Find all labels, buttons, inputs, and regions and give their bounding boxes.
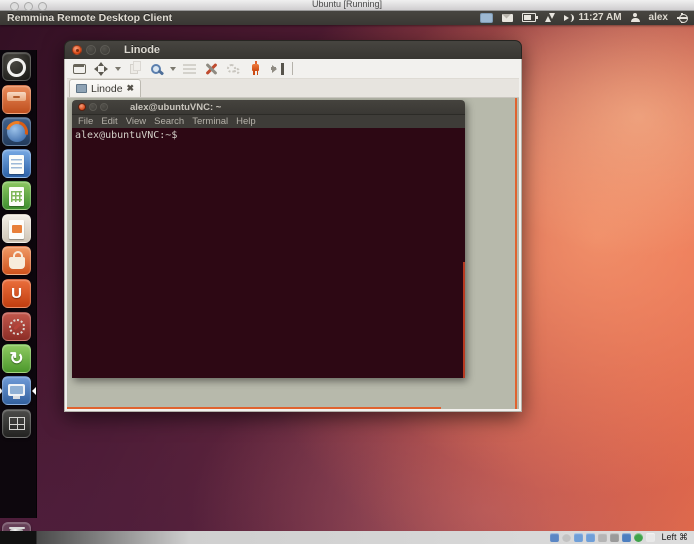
mouse-integration-icon[interactable] xyxy=(634,533,643,542)
window-minimize-button[interactable] xyxy=(86,45,96,55)
launcher-item-dash-home[interactable] xyxy=(0,52,36,83)
terminal-window: alex@ubuntuVNC: ~ File Edit View Search Term… xyxy=(72,100,465,378)
launcher-item-remmina[interactable] xyxy=(0,376,36,407)
terminal-title: alex@ubuntuVNC: ~ xyxy=(130,102,221,113)
window-close-button[interactable] xyxy=(72,45,82,55)
terminal-menubar: File Edit View Search Terminal Help xyxy=(72,115,465,128)
connection-icon xyxy=(76,84,87,93)
scale-mode-button[interactable] xyxy=(91,60,111,77)
network-icon[interactable] xyxy=(586,533,595,542)
libreoffice-impress-icon xyxy=(2,214,31,243)
tab-label: Linode xyxy=(91,83,123,95)
fullscreen-button[interactable] xyxy=(69,60,89,77)
grab-keyboard-button xyxy=(179,60,199,77)
vbox-statusbar: Left ⌘ xyxy=(0,531,694,544)
terminal-prompt: alex@ubuntuVNC:~$ xyxy=(75,130,177,141)
libreoffice-calc-icon xyxy=(2,181,31,210)
terminal-menu-search[interactable]: Search xyxy=(154,116,184,127)
volume-icon[interactable] xyxy=(564,14,570,22)
top-panel: Remmina Remote Desktop Client 11:27 AM a… xyxy=(0,10,694,25)
vnc-viewport[interactable]: alex@ubuntuVNC: ~ File Edit View Search Term… xyxy=(67,98,519,409)
session-gear-icon[interactable] xyxy=(677,13,687,23)
terminal-minimize-button[interactable] xyxy=(89,103,97,111)
usb-icon[interactable] xyxy=(598,533,607,542)
remmina-titlebar[interactable]: Linode xyxy=(64,40,522,59)
launcher-item-libreoffice-impress[interactable] xyxy=(0,214,36,245)
remmina-window: Linode Linode ✖ xyxy=(64,40,522,412)
duplicate-connection-button xyxy=(124,60,144,77)
launcher-item-system-settings[interactable] xyxy=(0,312,36,343)
plugins-button xyxy=(223,60,243,77)
launcher: U↻ xyxy=(0,50,37,518)
remmina-body: Linode ✖ alex@ubuntuVNC: ~ xyxy=(64,59,522,412)
remmina-window-title: Linode xyxy=(124,44,160,56)
terminal-menu-view[interactable]: View xyxy=(126,116,146,127)
battery-icon[interactable] xyxy=(522,13,536,22)
workspace-switcher-icon xyxy=(2,409,31,438)
scale-mode-button-dropdown-caret-icon[interactable] xyxy=(113,60,122,77)
network-arrows-icon[interactable] xyxy=(545,13,555,23)
clock[interactable]: 11:27 AM xyxy=(579,12,622,23)
keyboard-indicator-icon[interactable] xyxy=(480,13,493,23)
user-icon[interactable] xyxy=(631,13,640,22)
audio-icon[interactable] xyxy=(574,533,583,542)
host-key-label: Left ⌘ xyxy=(661,532,688,543)
disconnect-button[interactable] xyxy=(245,60,265,77)
terminal-menu-terminal[interactable]: Terminal xyxy=(192,116,228,127)
remote-desktop-right-edge xyxy=(515,98,518,409)
screen: Ubuntu [Running] Remmina Remote Desktop … xyxy=(0,0,694,544)
terminal-close-button[interactable] xyxy=(78,103,86,111)
launcher-item-software-updater[interactable]: ↻ xyxy=(0,344,36,375)
window-maximize-button[interactable] xyxy=(100,45,110,55)
optical-disc-icon[interactable] xyxy=(562,533,571,542)
remmina-icon xyxy=(2,376,31,405)
desktop-wallpaper: Linode Linode ✖ xyxy=(0,25,694,531)
launcher-item-libreoffice-writer[interactable] xyxy=(0,149,36,180)
toolbar-separator xyxy=(292,62,293,75)
hard-disk-icon[interactable] xyxy=(550,533,559,542)
terminal-menu-file[interactable]: File xyxy=(78,116,93,127)
firefox-icon xyxy=(2,117,31,146)
tab-close-icon[interactable]: ✖ xyxy=(127,84,135,93)
launcher-item-ubuntu-software-center[interactable] xyxy=(0,246,36,277)
host-window-titlebar: Ubuntu [Running] xyxy=(0,0,694,11)
libreoffice-writer-icon xyxy=(2,149,31,178)
ubuntu-one-icon: U xyxy=(2,279,31,308)
launcher-item-workspace-switcher[interactable] xyxy=(0,409,36,440)
terminal-maximize-button[interactable] xyxy=(100,103,108,111)
vbox-indicator-icons xyxy=(547,529,655,544)
remmina-toolbar xyxy=(67,59,519,79)
display-icon[interactable] xyxy=(622,533,631,542)
remote-desktop-bottom-edge xyxy=(67,407,441,410)
shared-folders-icon[interactable] xyxy=(610,533,619,542)
launcher-item-libreoffice-calc[interactable] xyxy=(0,181,36,212)
mail-indicator-icon[interactable] xyxy=(502,14,513,22)
username[interactable]: alex xyxy=(649,12,668,23)
host-window-title: Ubuntu [Running] xyxy=(0,0,694,9)
screenshot-button[interactable] xyxy=(146,60,166,77)
terminal-menu-edit[interactable]: Edit xyxy=(101,116,117,127)
focused-app-title[interactable]: Remmina Remote Desktop Client xyxy=(7,12,172,24)
dash-home-icon xyxy=(2,52,31,81)
redraw-artifact-line xyxy=(463,262,466,378)
terminal-titlebar[interactable]: alex@ubuntuVNC: ~ xyxy=(72,100,465,115)
tab-linode[interactable]: Linode ✖ xyxy=(69,79,141,97)
screenshot-button-dropdown-caret-icon[interactable] xyxy=(168,60,177,77)
keyboard-capture-icon[interactable] xyxy=(646,533,655,542)
ubuntu-software-center-icon xyxy=(2,246,31,275)
terminal-body[interactable]: alex@ubuntuVNC:~$ xyxy=(72,128,465,378)
launcher-item-home-folder[interactable] xyxy=(0,85,36,116)
software-updater-icon: ↻ xyxy=(2,344,31,373)
exit-button[interactable] xyxy=(267,60,287,77)
launcher-item-firefox[interactable] xyxy=(0,117,36,148)
home-folder-icon xyxy=(2,85,31,114)
terminal-menu-help[interactable]: Help xyxy=(236,116,256,127)
indicator-area: 11:27 AM alex xyxy=(480,12,687,23)
preferences-button[interactable] xyxy=(201,60,221,77)
remmina-tabbar: Linode ✖ xyxy=(67,79,519,98)
launcher-item-ubuntu-one[interactable]: U xyxy=(0,279,36,310)
system-settings-icon xyxy=(2,312,31,341)
